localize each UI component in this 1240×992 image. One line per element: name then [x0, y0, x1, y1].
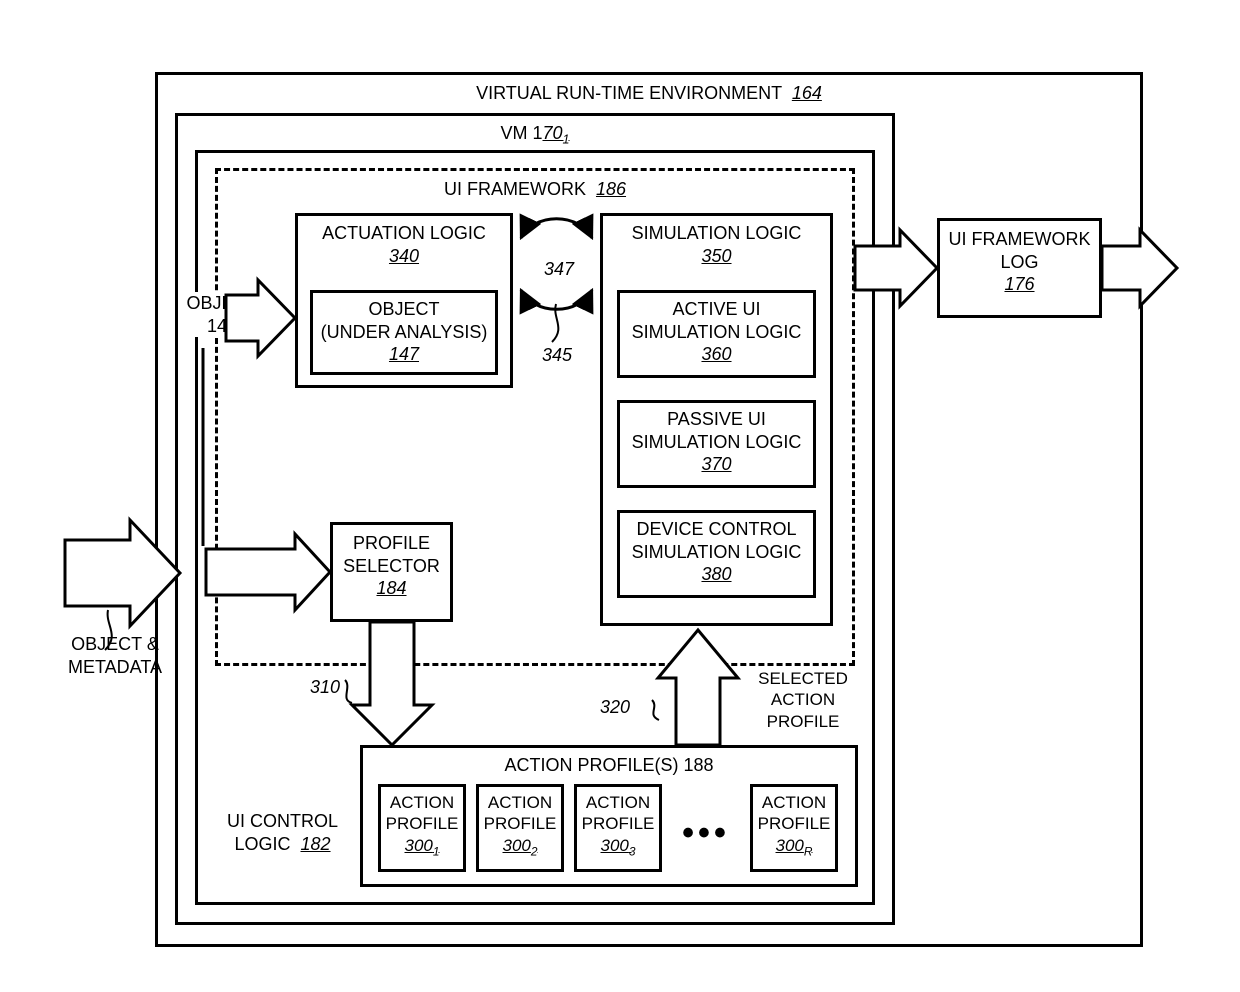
actuation-ref: 340 — [389, 246, 419, 266]
ellipsis-icon: ••• — [676, 812, 736, 855]
ref-310: 310 — [300, 676, 350, 699]
profiles-title: ACTION PROFILE(S) 188 — [360, 754, 858, 777]
profile-1-title: ACTION PROFILE 3001 — [378, 792, 466, 859]
object-label: OBJECT 147 — [182, 292, 262, 337]
profile-2-text: ACTION PROFILE — [484, 793, 557, 833]
profile-r-title: ACTION PROFILE 300R — [750, 792, 838, 859]
profile-r-ref: 300 — [776, 836, 804, 855]
sim-passive-title: PASSIVE UI SIMULATION LOGIC 370 — [617, 408, 816, 476]
profile-r-text: ACTION PROFILE — [758, 793, 831, 833]
log-title: UI FRAMEWORK LOG 176 — [937, 228, 1102, 296]
env-title-text: VIRTUAL RUN-TIME ENVIRONMENT — [476, 83, 782, 103]
ui-framework-title-text: UI FRAMEWORK — [444, 179, 586, 199]
sim-device-ref: 380 — [701, 564, 731, 584]
log-title-text: UI FRAMEWORK LOG — [949, 229, 1091, 272]
simulation-ref: 350 — [701, 246, 731, 266]
ui-framework-ref: 186 — [596, 179, 626, 199]
profile-1-text: ACTION PROFILE — [386, 793, 459, 833]
ref-345: 345 — [532, 344, 582, 367]
metadata-label: METADATA 148 — [212, 552, 322, 597]
selector-title: PROFILE SELECTOR 184 — [330, 532, 453, 600]
sim-device-title-text: DEVICE CONTROL SIMULATION LOGIC — [632, 519, 802, 562]
sim-passive-title-text: PASSIVE UI SIMULATION LOGIC — [632, 409, 802, 452]
object-under-title-text: OBJECT (UNDER ANALYSIS) — [321, 299, 488, 342]
vm-title-text: VM 1 — [500, 123, 542, 143]
object-under-ref: 147 — [389, 344, 419, 364]
simulation-title-text: SIMULATION LOGIC — [632, 223, 802, 243]
sim-active-title: ACTIVE UI SIMULATION LOGIC 360 — [617, 298, 816, 366]
selector-title-text: PROFILE SELECTOR — [343, 533, 440, 576]
env-title: VIRTUAL RUN-TIME ENVIRONMENT 164 — [155, 82, 1143, 105]
ref-320: 320 — [590, 696, 640, 719]
simulation-title: SIMULATION LOGIC 350 — [600, 222, 833, 267]
vm-sub: 1 — [563, 133, 570, 147]
vm-title: VM 1701 — [175, 122, 895, 148]
selected-profile-label: SELECTED ACTION PROFILE — [748, 668, 858, 732]
sim-device-title: DEVICE CONTROL SIMULATION LOGIC 380 — [617, 518, 816, 586]
profile-1-ref: 300 — [405, 836, 433, 855]
object-under-title: OBJECT (UNDER ANALYSIS) 147 — [310, 298, 498, 366]
input-label: OBJECT & METADATA — [55, 633, 175, 678]
sim-active-ref: 360 — [701, 344, 731, 364]
profile-3-text: ACTION PROFILE — [582, 793, 655, 833]
profile-2-ref: 300 — [503, 836, 531, 855]
profile-3-ref: 300 — [601, 836, 629, 855]
actuation-title: ACTUATION LOGIC 340 — [295, 222, 513, 267]
profile-2-title: ACTION PROFILE 3002 — [476, 792, 564, 859]
ref-347: 347 — [534, 258, 584, 281]
env-ref: 164 — [792, 83, 822, 103]
selector-ref: 184 — [376, 578, 406, 598]
profiles-title-text: ACTION PROFILE(S) 188 — [504, 755, 713, 775]
log-ref: 176 — [1004, 274, 1034, 294]
ui-control-ref: 182 — [301, 834, 331, 854]
vm-ref: 70 — [542, 123, 562, 143]
ui-control-title: UI CONTROL LOGIC 182 — [210, 810, 355, 855]
ui-framework-title: UI FRAMEWORK 186 — [215, 178, 855, 201]
sim-passive-ref: 370 — [701, 454, 731, 474]
sim-active-title-text: ACTIVE UI SIMULATION LOGIC — [632, 299, 802, 342]
profile-3-title: ACTION PROFILE 3003 — [574, 792, 662, 859]
actuation-title-text: ACTUATION LOGIC — [322, 223, 486, 243]
